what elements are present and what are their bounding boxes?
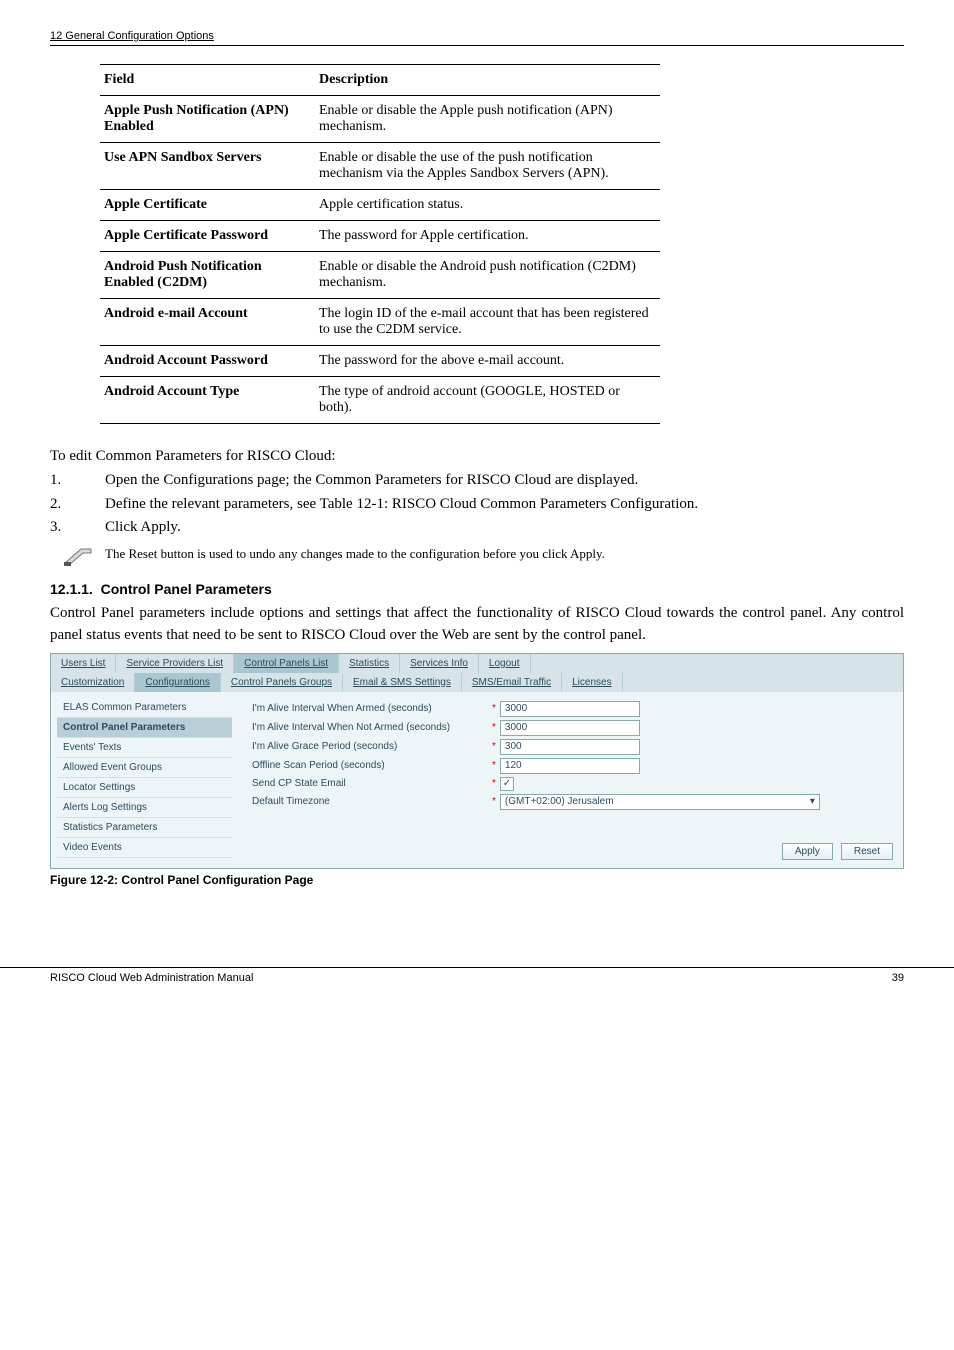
field-name: Android Account Type	[100, 377, 315, 424]
text-input[interactable]: 300	[500, 739, 640, 755]
form-row: I'm Alive Grace Period (seconds)* 300	[252, 739, 897, 755]
form-row: I'm Alive Interval When Armed (seconds)*…	[252, 701, 897, 717]
form-row: Send CP State Email* ✓	[252, 777, 897, 791]
tab[interactable]: Control Panels List	[234, 654, 339, 673]
table-row: Apple CertificateApple certification sta…	[100, 190, 660, 221]
table-row: Android Account TypeThe type of android …	[100, 377, 660, 424]
tab[interactable]: Control Panels Groups	[221, 673, 343, 692]
intro-text: To edit Common Parameters for RISCO Clou…	[50, 446, 904, 468]
field-name: Apple Push Notification (APN) Enabled	[100, 96, 315, 143]
list-item: 3.Click Apply.	[50, 517, 904, 539]
required-star: *	[492, 703, 496, 714]
form-label: I'm Alive Interval When Armed (seconds)	[252, 703, 492, 714]
tab[interactable]: Customization	[51, 673, 135, 692]
tab[interactable]: SMS/Email Traffic	[462, 673, 562, 692]
section-heading: 12.1.1. Control Panel Parameters	[50, 581, 904, 597]
text-input[interactable]: 3000	[500, 720, 640, 736]
tab[interactable]: Email & SMS Settings	[343, 673, 462, 692]
required-star: *	[492, 741, 496, 752]
config-screenshot: Users ListService Providers ListControl …	[50, 653, 904, 869]
form-row: Offline Scan Period (seconds)* 120	[252, 758, 897, 774]
form-label: Send CP State Email	[252, 778, 492, 789]
required-star: *	[492, 778, 496, 789]
field-name: Android Account Password	[100, 346, 315, 377]
tab[interactable]: Services Info	[400, 654, 479, 673]
form-label: I'm Alive Interval When Not Armed (secon…	[252, 722, 492, 733]
field-desc: Enable or disable the Apple push notific…	[315, 96, 660, 143]
table-row: Use APN Sandbox ServersEnable or disable…	[100, 143, 660, 190]
table-row: Android Account PasswordThe password for…	[100, 346, 660, 377]
field-desc: Enable or disable the Android push notif…	[315, 252, 660, 299]
apply-button[interactable]: Apply	[782, 843, 833, 860]
tab[interactable]: Logout	[479, 654, 531, 673]
sidebar-item[interactable]: Video Events	[57, 838, 232, 858]
sidebar-item[interactable]: ELAS Common Parameters	[57, 698, 232, 718]
field-desc: The login ID of the e-mail account that …	[315, 299, 660, 346]
footer-right: 39	[892, 972, 904, 984]
sidebar-item[interactable]: Control Panel Parameters	[57, 718, 232, 738]
checkbox[interactable]: ✓	[500, 777, 514, 791]
field-desc: The type of android account (GOOGLE, HOS…	[315, 377, 660, 424]
field-desc: Apple certification status.	[315, 190, 660, 221]
tab[interactable]: Users List	[51, 654, 116, 673]
required-star: *	[492, 796, 496, 807]
reset-button[interactable]: Reset	[841, 843, 893, 860]
list-item: 1.Open the Configurations page; the Comm…	[50, 470, 904, 492]
form-label: Offline Scan Period (seconds)	[252, 760, 492, 771]
sidebar-item[interactable]: Alerts Log Settings	[57, 798, 232, 818]
form-row: I'm Alive Interval When Not Armed (secon…	[252, 720, 897, 736]
field-description-table: Field Description Apple Push Notificatio…	[100, 64, 660, 424]
col-field: Field	[100, 65, 315, 96]
tab[interactable]: Configurations	[135, 673, 220, 692]
field-name: Apple Certificate	[100, 190, 315, 221]
field-desc: The password for the above e-mail accoun…	[315, 346, 660, 377]
table-row: Android e-mail AccountThe login ID of th…	[100, 299, 660, 346]
sidebar-item[interactable]: Allowed Event Groups	[57, 758, 232, 778]
chevron-down-icon: ▾	[810, 796, 815, 807]
figure-caption: Figure 12-2: Control Panel Configuration…	[50, 873, 904, 887]
page-footer: RISCO Cloud Web Administration Manual 39	[0, 967, 954, 1004]
page-header: 12 General Configuration Options	[50, 30, 904, 46]
field-name: Android e-mail Account	[100, 299, 315, 346]
field-name: Android Push Notification Enabled (C2DM)	[100, 252, 315, 299]
table-row: Android Push Notification Enabled (C2DM)…	[100, 252, 660, 299]
table-row: Apple Certificate PasswordThe password f…	[100, 221, 660, 252]
form-label: I'm Alive Grace Period (seconds)	[252, 741, 492, 752]
tab[interactable]: Licenses	[562, 673, 622, 692]
tab[interactable]: Service Providers List	[116, 654, 234, 673]
field-name: Use APN Sandbox Servers	[100, 143, 315, 190]
note-text: The Reset button is used to undo any cha…	[105, 545, 605, 563]
footer-left: RISCO Cloud Web Administration Manual	[50, 972, 253, 984]
dropdown[interactable]: (GMT+02:00) Jerusalem▾	[500, 794, 820, 810]
section-body: Control Panel parameters include options…	[50, 603, 904, 647]
required-star: *	[492, 722, 496, 733]
field-desc: The password for Apple certification.	[315, 221, 660, 252]
text-input[interactable]: 120	[500, 758, 640, 774]
tab[interactable]: Statistics	[339, 654, 400, 673]
col-desc: Description	[315, 65, 660, 96]
sidebar-item[interactable]: Events' Texts	[57, 738, 232, 758]
list-item: 2.Define the relevant parameters, see Ta…	[50, 494, 904, 516]
sidebar-item[interactable]: Statistics Parameters	[57, 818, 232, 838]
field-name: Apple Certificate Password	[100, 221, 315, 252]
note-icon	[50, 545, 105, 567]
text-input[interactable]: 3000	[500, 701, 640, 717]
sidebar-item[interactable]: Locator Settings	[57, 778, 232, 798]
form-row: Default Timezone* (GMT+02:00) Jerusalem▾	[252, 794, 897, 810]
field-desc: Enable or disable the use of the push no…	[315, 143, 660, 190]
form-label: Default Timezone	[252, 796, 492, 807]
table-row: Apple Push Notification (APN) EnabledEna…	[100, 96, 660, 143]
required-star: *	[492, 760, 496, 771]
